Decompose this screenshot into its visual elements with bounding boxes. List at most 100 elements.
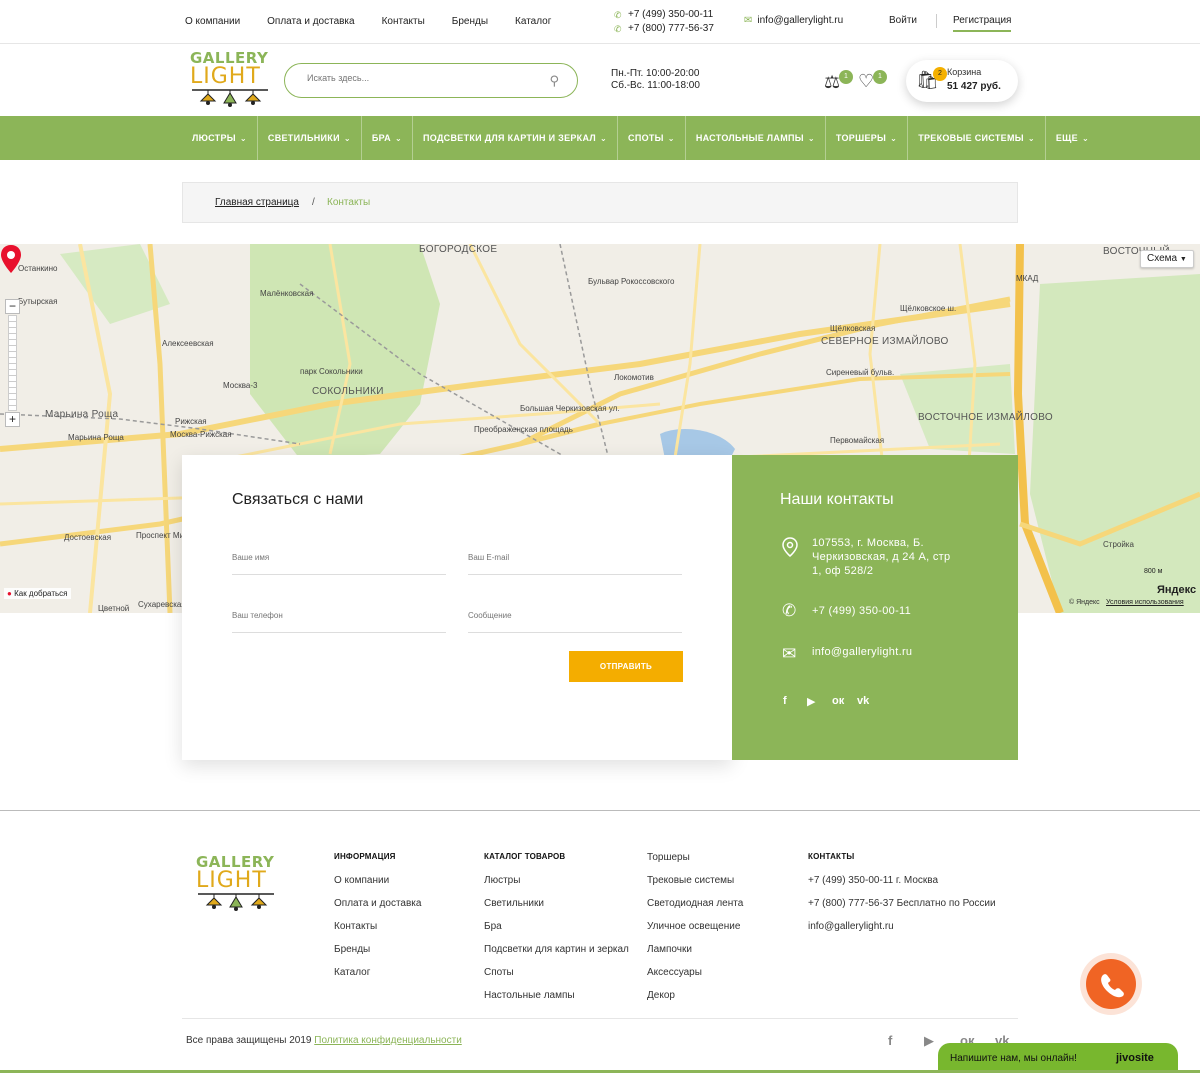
- footer-contacts-title: КОНТАКТЫ: [808, 852, 855, 861]
- vk-icon[interactable]: vk: [857, 695, 869, 707]
- footer-link[interactable]: Настольные лампы: [484, 990, 629, 1013]
- footer-contact[interactable]: info@gallerylight.ru: [808, 921, 996, 944]
- footer-catalog-column: КАТАЛОГ ТОВАРОВ Люстры Светильники Бра П…: [484, 852, 629, 1013]
- map-label: Бульвар Рокоссовского: [588, 277, 675, 286]
- login-link[interactable]: Войти: [889, 15, 917, 26]
- map-label: Бутырская: [18, 297, 58, 306]
- footer-link[interactable]: Трековые системы: [647, 875, 743, 898]
- menu-label: БРА: [371, 133, 391, 143]
- menu-item-picture-lights[interactable]: ПОДСВЕТКИ ДЛЯ КАРТИН И ЗЕРКАЛ ⌄: [413, 116, 619, 160]
- footer-link[interactable]: Торшеры: [647, 852, 743, 875]
- footer-link[interactable]: Светильники: [484, 898, 629, 921]
- footer-link[interactable]: Споты: [484, 967, 629, 990]
- map-scale: 800 м: [1144, 568, 1163, 575]
- footer-link[interactable]: Каталог: [334, 967, 421, 990]
- phone-field[interactable]: [232, 611, 446, 620]
- menu-item-spots[interactable]: СПОТЫ ⌄: [618, 116, 686, 160]
- map-label: БОГОРОДСКОЕ: [419, 244, 498, 255]
- site-logo[interactable]: GALLERY LIGHT: [190, 50, 272, 108]
- menu-item-sconces[interactable]: БРА ⌄: [362, 116, 413, 160]
- cart-sum: 51 427 руб.: [947, 81, 1001, 92]
- menu-item-floor-lamps[interactable]: ТОРШЕРЫ ⌄: [826, 116, 909, 160]
- map-copyright: © Яндекс: [1069, 599, 1100, 606]
- footer-link[interactable]: Лампочки: [647, 944, 743, 967]
- search-input[interactable]: [307, 73, 537, 83]
- yandex-logo[interactable]: Яндекс: [1157, 584, 1196, 596]
- footer-link[interactable]: Подсветки для картин и зеркал: [484, 944, 629, 967]
- heart-icon[interactable]: ♡: [858, 71, 874, 92]
- call-back-button[interactable]: [1086, 959, 1136, 1009]
- footer-link[interactable]: Декор: [647, 990, 743, 1013]
- menu-item-lamps[interactable]: СВЕТИЛЬНИКИ ⌄: [258, 116, 362, 160]
- route-link[interactable]: ● Как добраться: [4, 588, 71, 599]
- footer-contact[interactable]: +7 (800) 777-56-37 Бесплатно по России: [808, 898, 996, 921]
- map-label: Алексеевская: [162, 339, 214, 348]
- hours-weekend: Сб.-Вс. 11:00-18:00: [611, 80, 700, 91]
- menu-label: ПОДСВЕТКИ ДЛЯ КАРТИН И ЗЕРКАЛ: [423, 133, 596, 143]
- footer-link[interactable]: Уличное освещение: [647, 921, 743, 944]
- map-label: Сухаревская: [138, 600, 186, 609]
- youtube-icon[interactable]: ▶: [924, 1033, 934, 1049]
- zoom-out-button[interactable]: −: [5, 299, 20, 314]
- footer-link[interactable]: Светодиодная лента: [647, 898, 743, 921]
- footer-link[interactable]: О компании: [334, 875, 421, 898]
- top-nav: О компании Оплата и доставка Контакты Бр…: [185, 16, 578, 27]
- footer-contact[interactable]: +7 (499) 350-00-11 г. Москва: [808, 875, 996, 898]
- address-line: 107553, г. Москва, Б.: [812, 537, 924, 549]
- email-field[interactable]: [468, 553, 682, 562]
- top-nav-catalog[interactable]: Каталог: [515, 16, 551, 27]
- top-nav-delivery[interactable]: Оплата и доставка: [267, 16, 354, 27]
- chevron-down-icon: ⌄: [239, 133, 247, 143]
- map-label: Большая Черкизовская ул.: [520, 404, 620, 413]
- map-label: парк Сокольники: [300, 367, 363, 376]
- menu-label: ТОРШЕРЫ: [835, 133, 887, 143]
- map-label: МКАД: [1016, 274, 1039, 283]
- menu-item-more[interactable]: ЕЩЕ ⌄: [1046, 116, 1099, 160]
- compare-icon[interactable]: ⚖: [824, 72, 840, 93]
- footer-link[interactable]: Люстры: [484, 875, 629, 898]
- odnoklassniki-icon[interactable]: ок: [832, 695, 844, 707]
- map-marker-icon: [782, 537, 798, 562]
- submit-button[interactable]: ОТПРАВИТЬ: [569, 651, 683, 682]
- facebook-icon[interactable]: f: [888, 1033, 892, 1048]
- privacy-policy-link[interactable]: Политика конфиденциальности: [314, 1035, 462, 1046]
- location-pin-icon[interactable]: [0, 244, 22, 274]
- facebook-icon[interactable]: f: [783, 695, 787, 707]
- cart-button[interactable]: 🛍 2 Корзина 51 427 руб.: [906, 60, 1018, 102]
- phone-icon: ✆: [782, 601, 797, 620]
- footer-link[interactable]: Бренды: [334, 944, 421, 967]
- address-line: 1, оф 528/2: [812, 565, 874, 577]
- chat-widget[interactable]: Напишите нам, мы онлайн! jivosite: [938, 1043, 1178, 1073]
- footer-link[interactable]: Бра: [484, 921, 629, 944]
- contacts-phone[interactable]: +7 (499) 350-00-11: [812, 604, 911, 618]
- footer-logo[interactable]: GALLERY LIGHT: [196, 854, 278, 912]
- footer-link[interactable]: Контакты: [334, 921, 421, 944]
- zoom-slider[interactable]: [8, 315, 17, 411]
- footer-link[interactable]: Оплата и доставка: [334, 898, 421, 921]
- top-nav-contacts[interactable]: Контакты: [382, 16, 425, 27]
- header-email[interactable]: ✉ info@gallerylight.ru: [744, 15, 843, 26]
- message-field[interactable]: [468, 611, 682, 620]
- search-icon[interactable]: ⚲: [549, 73, 559, 89]
- map-type-select[interactable]: Схема ▼: [1140, 250, 1194, 268]
- map-terms-link[interactable]: Условия использования: [1106, 599, 1184, 606]
- name-field[interactable]: [232, 553, 446, 562]
- copyright: Все права защищены 2019 Политика конфиде…: [186, 1035, 462, 1046]
- header-phone-1[interactable]: +7 (499) 350-00-11: [628, 8, 713, 22]
- menu-item-track-systems[interactable]: ТРЕКОВЫЕ СИСТЕМЫ ⌄: [908, 116, 1046, 160]
- register-link[interactable]: Регистрация: [953, 15, 1012, 32]
- footer-link[interactable]: Аксессуары: [647, 967, 743, 990]
- chevron-down-icon: ⌄: [1081, 133, 1089, 143]
- contacts-email[interactable]: info@gallerylight.ru: [812, 645, 912, 659]
- zoom-control: − +: [5, 299, 20, 429]
- youtube-icon[interactable]: ▶: [807, 695, 815, 708]
- top-nav-brands[interactable]: Бренды: [452, 16, 488, 27]
- breadcrumb-home[interactable]: Главная страница: [215, 197, 299, 208]
- zoom-in-button[interactable]: +: [5, 412, 20, 427]
- menu-item-chandeliers[interactable]: ЛЮСТРЫ ⌄: [182, 116, 258, 160]
- menu-item-table-lamps[interactable]: НАСТОЛЬНЫЕ ЛАМПЫ ⌄: [686, 116, 826, 160]
- header-phone-2[interactable]: +7 (800) 777-56-37: [628, 22, 714, 36]
- map-label: Марьина Роща: [68, 433, 124, 442]
- phone-icon: ✆: [614, 24, 622, 34]
- top-nav-about[interactable]: О компании: [185, 16, 240, 27]
